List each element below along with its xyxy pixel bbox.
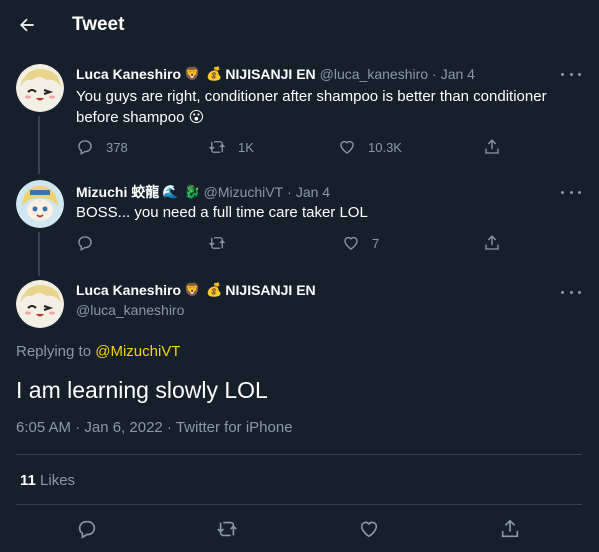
likes-count: 11 [20,472,36,489]
reply-button[interactable]: 378 [76,138,128,156]
share-button[interactable] [499,518,521,540]
separator-dot: · [432,66,437,82]
replying-to: Replying to @MizuchiVT [16,343,180,360]
retweet-count: 1K [238,139,254,155]
more-button[interactable] [561,68,581,80]
reply-icon [78,236,92,251]
tweet-date[interactable]: Jan 4 [441,66,475,82]
tweet-date[interactable]: Jan 4 [296,184,330,200]
avatar[interactable] [16,64,64,112]
more-icon [561,190,564,194]
like-button[interactable]: 7 [342,234,379,252]
reply-button[interactable] [76,518,98,540]
display-name[interactable]: Mizuchi 蛟龍 [76,182,159,202]
tweet-author-row: Mizuchi 蛟龍 🌊 🐉 @MizuchiVT · Jan 4 [76,182,330,202]
replying-to-label: Replying to [16,343,92,360]
like-button[interactable]: 10.3K [338,138,402,156]
like-count: 7 [372,235,380,251]
retweet-icon [209,237,225,249]
like-count: 10.3K [368,139,402,155]
display-name[interactable]: Luca Kaneshiro [76,66,181,82]
more-button[interactable] [561,286,581,298]
more-icon [561,72,564,76]
tweet-actions: 7 [76,234,506,254]
share-icon [485,139,499,154]
handle[interactable]: @luca_kaneshiro [320,66,428,82]
money-bag-emoji: 💰 [206,66,223,81]
avatar[interactable] [16,280,64,328]
like-icon [344,236,358,250]
share-button[interactable] [483,234,501,252]
lion-emoji: 🦁 [184,66,201,81]
avatar-luca-image [16,64,64,112]
tweet-timestamp[interactable]: 6:05 AM · Jan 6, 2022 · Twitter for iPho… [16,419,293,436]
handle[interactable]: @MizuchiVT [204,184,284,200]
retweet-icon [209,141,225,153]
handle[interactable]: @luca_kaneshiro [76,302,184,318]
main-tweet-actions [0,518,599,542]
org-name: NIJISANJI EN [225,282,316,298]
org-name: NIJISANJI EN [225,66,316,82]
money-bag-emoji: 💰 [206,282,223,297]
retweet-button[interactable] [208,234,226,252]
likes-summary[interactable]: 11 Likes [20,472,75,489]
more-icon [561,290,564,294]
wave-emoji: 🌊 [162,184,179,199]
retweet-icon [217,521,237,537]
thread-connector [38,116,40,174]
like-icon [360,521,378,538]
tweet-text: BOSS... you need a full time care taker … [76,204,368,221]
share-button[interactable] [483,138,501,156]
handle-row: @luca_kaneshiro [76,302,184,318]
retweet-button[interactable] [216,518,238,540]
main-tweet-text: I am learning slowly LOL [16,377,268,403]
separator-dot: · [287,184,292,200]
reply-count: 378 [106,139,128,155]
share-icon [485,235,499,250]
share-icon [501,519,519,538]
avatar-luca-image [16,280,64,328]
divider [16,454,582,455]
avatar[interactable] [16,180,64,228]
tweet-text: You guys are right, conditioner after sh… [76,86,576,128]
header-bar: Tweet [0,0,599,52]
like-icon [340,140,354,154]
back-button[interactable] [12,10,42,40]
reply-button[interactable] [76,234,94,252]
reply-icon [78,520,96,539]
dragon-emoji: 🐉 [184,184,201,199]
more-button[interactable] [561,186,581,198]
tweet-text-content: You guys are right, conditioner after sh… [76,88,547,126]
tweet-author-row: Luca Kaneshiro 🦁 💰 NIJISANJI EN [76,282,316,298]
reply-icon [78,140,92,155]
retweet-button[interactable]: 1K [208,138,254,156]
tweet-author-row: Luca Kaneshiro 🦁 💰 NIJISANJI EN @luca_ka… [76,66,475,82]
replying-to-mention[interactable]: @MizuchiVT [95,343,180,360]
display-name[interactable]: Luca Kaneshiro [76,282,181,298]
page-title: Tweet [72,14,125,35]
divider [16,504,582,505]
lion-emoji: 🦁 [184,282,201,297]
tweet-actions: 378 1K 10.3K [76,138,506,158]
surprised-emoji: 😮 [188,109,205,126]
likes-label: Likes [40,472,76,489]
avatar-mizuchi-image [16,180,64,228]
like-button[interactable] [358,518,380,540]
thread-connector [38,232,40,276]
back-arrow-icon [20,18,34,32]
